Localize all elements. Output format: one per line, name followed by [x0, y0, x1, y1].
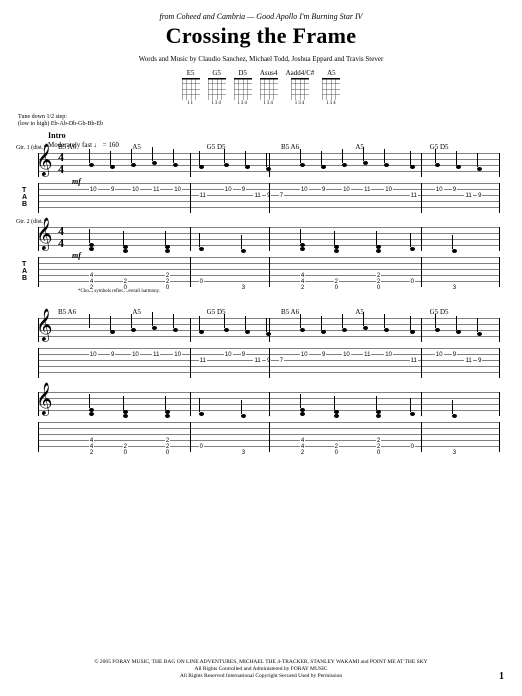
- chord-diagram: E5 11: [182, 69, 200, 106]
- tablature-staff: T A B 10 9 10 11 10 11 10 9 11 9 7 10: [38, 183, 500, 213]
- tuning-note: Tune down 1/2 step:: [18, 114, 504, 120]
- guitar-1-staff: B5 A6 A5 G5 D5 B5 A6 A5 G5 D5 𝄞: [18, 318, 504, 378]
- song-title: Crossing the Frame: [18, 23, 504, 49]
- notes: [72, 320, 494, 340]
- time-signature: 44: [58, 225, 64, 249]
- tab-numbers: 4 4 2 2 0 2 2 0 0 3 4 4 2 2 0 2 2: [72, 257, 494, 287]
- fretboard-icon: [291, 78, 309, 100]
- notation-staff: 𝄞: [38, 318, 500, 342]
- page-number: 1: [499, 671, 504, 682]
- chord-diagram: G5 134: [208, 69, 226, 106]
- guitar-2-staff: 𝄞: [18, 392, 504, 452]
- time-signature: 44: [58, 151, 64, 175]
- notes: [72, 229, 494, 249]
- chord-symbols-row: B5 A6 A5 G5 D5 B5 A6 A5 G5 D5: [58, 143, 504, 151]
- notation-staff: 𝄞 44 mf: [38, 227, 500, 251]
- footnote: *Chord symbols reflect overall harmony.: [78, 289, 504, 294]
- sheet-music-page: from Coheed and Cambria — Good Apollo I'…: [0, 0, 522, 696]
- fretboard-icon: [260, 78, 278, 100]
- fretboard-icon: [322, 78, 340, 100]
- guitar-2-staff: Gtr. 2 (dist.) 𝄞 44 mf: [18, 227, 504, 294]
- fretboard-icon: [234, 78, 252, 100]
- tab-numbers: 10 9 10 11 10 11 10 9 11 9 7 10 9 10 11 …: [72, 183, 494, 213]
- credits: Words and Music by Claudio Sanchez, Mich…: [18, 55, 504, 63]
- chord-diagram: A5 134: [322, 69, 340, 106]
- chord-diagram: D5 134: [234, 69, 252, 106]
- chord-diagrams: E5 11 G5 134 D5 134 Asus4 134 Aadd4/C# 1…: [18, 69, 504, 106]
- chord-symbols-row: B5 A6 A5 G5 D5 B5 A6 A5 G5 D5: [58, 308, 504, 316]
- tab-numbers: 10 9 10 11 10 11 10 9 11 9 7 10 9 10 11 …: [72, 348, 494, 378]
- notation-staff: 𝄞 44: [38, 153, 500, 177]
- tablature-staff: 4 4 2 2 0 2 2 0 0 3 4 4 2 2 0 2 2: [38, 422, 500, 452]
- chord-diagram: Asus4 134: [260, 69, 278, 106]
- copyright-block: © 2005 FORAY MUSIC, THE BAG ON LINE ADVE…: [0, 659, 522, 680]
- tuning-detail: (low to high) Eb-Ab-Db-Gb-Bb-Eb: [18, 121, 504, 127]
- notes: [72, 155, 494, 175]
- fretboard-icon: [182, 78, 200, 100]
- tab-numbers: 4 4 2 2 0 2 2 0 0 3 4 4 2 2 0 2 2: [72, 422, 494, 452]
- fretboard-icon: [208, 78, 226, 100]
- system-1: Gtr. 1 (dist.) B5 A6 A5 G5 D5 B5 A6 A5 G…: [18, 153, 504, 294]
- guitar-1-staff: Gtr. 1 (dist.) B5 A6 A5 G5 D5 B5 A6 A5 G…: [18, 153, 504, 213]
- section-label: Intro: [48, 131, 504, 140]
- tablature-staff: 10 9 10 11 10 11 10 9 11 9 7 10 9 10 11 …: [38, 348, 500, 378]
- source-line: from Coheed and Cambria — Good Apollo I'…: [18, 12, 504, 21]
- chord-diagram: Aadd4/C# 134: [286, 69, 315, 106]
- tab-label: T A B: [22, 261, 27, 282]
- system-2: B5 A6 A5 G5 D5 B5 A6 A5 G5 D5 𝄞: [18, 318, 504, 452]
- notation-staff: 𝄞: [38, 392, 500, 416]
- notes: [72, 394, 494, 414]
- tab-label: T A B: [22, 187, 27, 208]
- tablature-staff: T A B 4 4 2 2 0 2 2 0 0 3 4 4 2: [38, 257, 500, 287]
